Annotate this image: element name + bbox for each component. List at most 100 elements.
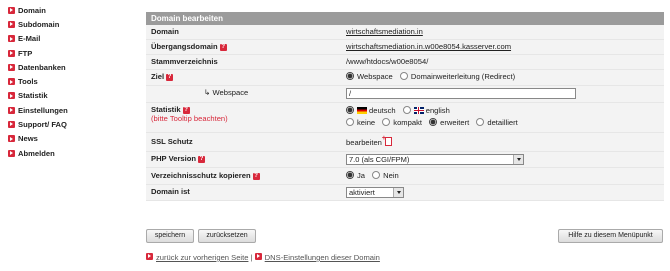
arrow-icon bbox=[146, 253, 153, 260]
sidebar-item-label: News bbox=[18, 134, 38, 144]
sidebar-item-news[interactable]: News bbox=[8, 132, 128, 146]
footer-separator: | bbox=[250, 253, 253, 262]
target-redirect-radio[interactable] bbox=[399, 72, 408, 80]
root-dir-label: Stammverzeichnis bbox=[151, 57, 218, 66]
sidebar-item-label: Support/ FAQ bbox=[18, 120, 67, 130]
sidebar-item-domain[interactable]: Domain bbox=[8, 3, 128, 17]
sidebar-item-statistics[interactable]: Statistik bbox=[8, 89, 128, 103]
target-webspace-label: Webspace bbox=[357, 72, 393, 81]
arrow-icon bbox=[254, 253, 262, 260]
root-dir-row: Stammverzeichnis /www/htdocs/w00e8054/ bbox=[146, 55, 664, 70]
target-row: Ziel? Webspace Domainweiterleitung (Redi… bbox=[146, 70, 664, 86]
sidebar-item-label: Subdomain bbox=[18, 19, 60, 29]
stats-lang-en-label: english bbox=[425, 106, 450, 115]
help-icon[interactable]: ? bbox=[166, 74, 174, 81]
sidebar-item-label: Domain bbox=[18, 5, 46, 15]
back-link[interactable]: zurück zur vorherigen Seite bbox=[156, 253, 248, 262]
php-version-label: PHP Version bbox=[151, 154, 197, 163]
sidebar-item-databases[interactable]: Datenbanken bbox=[8, 60, 128, 74]
php-version-select[interactable]: 7.0 (als CGI/FPM) bbox=[346, 154, 524, 165]
target-label: Ziel bbox=[151, 72, 165, 81]
help-button[interactable]: Hilfe zu diesem Menüpunkt bbox=[558, 229, 663, 243]
arrow-icon bbox=[8, 135, 15, 143]
ssl-edit-link[interactable]: bearbeiten bbox=[346, 138, 382, 147]
statistics-row: Statistik? (bitte Tooltip beachten) deut… bbox=[146, 103, 664, 133]
sidebar-item-label: Statistik bbox=[18, 91, 48, 101]
stats-none-radio[interactable] bbox=[346, 118, 354, 126]
help-icon[interactable]: ? bbox=[252, 173, 260, 180]
sidebar-item-support[interactable]: Support/ FAQ bbox=[8, 117, 128, 131]
arrow-icon bbox=[8, 121, 15, 129]
arrow-icon bbox=[8, 106, 15, 114]
webspace-path-label: ↳ Webspace bbox=[204, 88, 249, 97]
help-icon[interactable]: ? bbox=[219, 44, 227, 51]
arrow-icon bbox=[8, 35, 15, 43]
stats-none-label: keine bbox=[357, 118, 376, 127]
sidebar-item-subdomain[interactable]: Subdomain bbox=[8, 17, 128, 31]
footer-links: zurück zur vorherigen Seite | DNS-Einste… bbox=[146, 253, 380, 262]
sidebar-item-email[interactable]: E-Mail bbox=[8, 32, 128, 46]
ssl-row: SSL Schutz bearbeiten bbox=[146, 133, 664, 152]
save-button[interactable]: speichern bbox=[146, 229, 194, 243]
edit-document-icon[interactable] bbox=[382, 135, 392, 146]
sidebar-item-tools[interactable]: Tools bbox=[8, 74, 128, 88]
transition-domain-row: Übergangsdomain? wirtschaftsmediation.in… bbox=[146, 40, 664, 55]
sidebar-item-label: Tools bbox=[18, 77, 38, 87]
domain-status-row: Domain ist aktiviert bbox=[146, 185, 664, 201]
webspace-path-row: ↳ Webspace / bbox=[146, 86, 664, 103]
help-icon[interactable]: ? bbox=[198, 156, 206, 163]
stats-extended-radio[interactable] bbox=[429, 118, 438, 126]
arrow-icon bbox=[8, 6, 15, 14]
transition-domain-label: Übergangsdomain bbox=[151, 42, 218, 51]
german-flag-icon bbox=[357, 107, 367, 114]
domain-link[interactable]: wirtschaftsmediation.in bbox=[346, 27, 423, 36]
dns-settings-link[interactable]: DNS-Einstellungen dieser Domain bbox=[265, 253, 380, 262]
sidebar-item-ftp[interactable]: FTP bbox=[8, 46, 128, 60]
root-dir-value: /www/htdocs/w00e8054/ bbox=[346, 57, 429, 66]
dir-protect-yes-radio[interactable] bbox=[346, 171, 354, 179]
sidebar-item-label: E-Mail bbox=[18, 34, 41, 44]
arrow-icon bbox=[8, 63, 15, 71]
panel-title: Domain bearbeiten bbox=[146, 12, 664, 25]
sidebar-item-label: Datenbanken bbox=[18, 62, 66, 72]
stats-lang-de-label: deutsch bbox=[369, 106, 396, 115]
arrow-icon bbox=[8, 49, 15, 57]
dir-protect-no-label: Nein bbox=[383, 171, 399, 180]
stats-detailed-label: detailliert bbox=[487, 118, 518, 127]
stats-extended-label: erweitert bbox=[440, 118, 470, 127]
arrow-icon bbox=[8, 92, 15, 100]
arrow-icon bbox=[8, 149, 15, 157]
php-version-value: 7.0 (als CGI/FPM) bbox=[349, 155, 410, 164]
php-version-row: PHP Version? 7.0 (als CGI/FPM) bbox=[146, 152, 664, 168]
dir-protect-yes-label: Ja bbox=[357, 171, 366, 180]
statistics-label: Statistik bbox=[151, 105, 181, 114]
webspace-path-input[interactable]: / bbox=[346, 88, 576, 99]
sidebar-item-logout[interactable]: Abmelden bbox=[8, 146, 128, 160]
stats-compact-radio[interactable] bbox=[382, 118, 391, 126]
domain-status-select[interactable]: aktiviert bbox=[346, 187, 404, 198]
arrow-icon bbox=[8, 20, 15, 28]
sidebar-item-settings[interactable]: Einstellungen bbox=[8, 103, 128, 117]
chevron-down-icon bbox=[393, 188, 403, 197]
sidebar-nav: Domain Subdomain E-Mail FTP Datenbanken … bbox=[8, 3, 128, 160]
stats-compact-label: kompakt bbox=[393, 118, 422, 127]
uk-flag-icon bbox=[413, 107, 424, 114]
help-icon[interactable]: ? bbox=[182, 107, 190, 114]
domain-edit-panel: Domain bearbeiten Domain wirtschaftsmedi… bbox=[146, 12, 664, 201]
domain-label: Domain bbox=[151, 27, 179, 36]
stats-detailed-radio[interactable] bbox=[476, 118, 485, 126]
sidebar-item-label: Abmelden bbox=[18, 148, 55, 158]
dir-protect-label: Verzeichnisschutz kopieren bbox=[151, 171, 251, 180]
domain-status-label: Domain ist bbox=[151, 187, 190, 196]
arrow-icon bbox=[8, 78, 15, 86]
dir-protect-no-radio[interactable] bbox=[372, 171, 381, 179]
stats-lang-de-radio[interactable] bbox=[346, 106, 354, 114]
domain-status-value: aktiviert bbox=[349, 188, 375, 197]
sidebar-item-label: Einstellungen bbox=[18, 105, 68, 115]
stats-lang-en-radio[interactable] bbox=[402, 106, 411, 114]
target-webspace-radio[interactable] bbox=[346, 72, 354, 80]
reset-button[interactable]: zurücksetzen bbox=[198, 229, 256, 243]
transition-domain-link[interactable]: wirtschaftsmediation.in.w00e8054.kasserv… bbox=[346, 42, 511, 51]
sidebar-item-label: FTP bbox=[18, 48, 33, 58]
domain-row: Domain wirtschaftsmediation.in bbox=[146, 25, 664, 40]
